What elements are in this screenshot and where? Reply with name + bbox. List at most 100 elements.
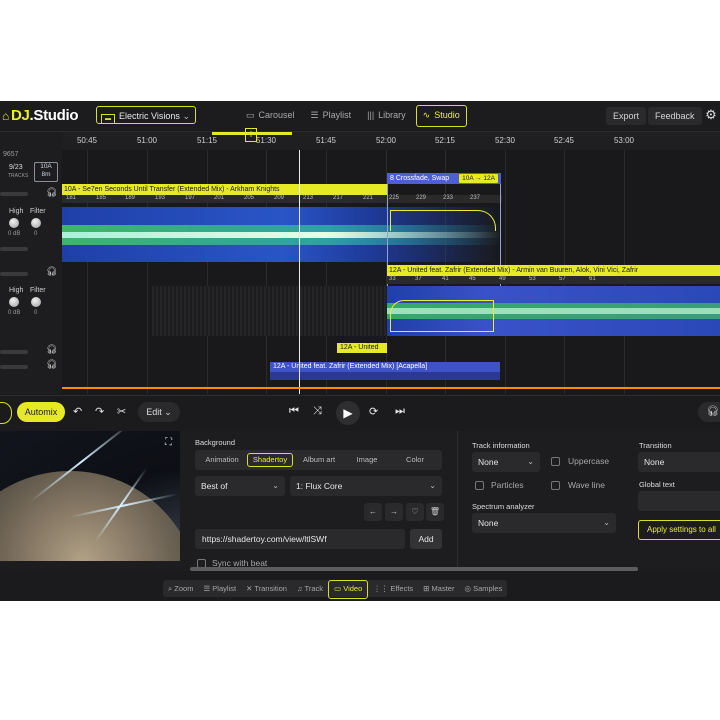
track2-lead-in bbox=[152, 286, 387, 336]
shader-select[interactable]: 1: Flux Core ⌄ bbox=[290, 476, 442, 496]
global-text-input[interactable] bbox=[638, 491, 720, 511]
headphones-icon[interactable]: 🎧︎ bbox=[46, 359, 57, 370]
uppercase-checkbox[interactable] bbox=[551, 457, 560, 466]
shadertoy-url-input[interactable]: https://shadertoy.com/view/ltlSWf bbox=[195, 529, 405, 549]
app-logo[interactable]: ⌂ DJ.Studio bbox=[2, 107, 79, 124]
tab-playlist[interactable]: ☰ Playlist bbox=[305, 105, 358, 125]
sort-select[interactable]: Best of ⌄ bbox=[195, 476, 285, 496]
tab-image[interactable]: Image bbox=[344, 453, 390, 467]
next-icon[interactable]: ⏭ bbox=[395, 405, 405, 418]
play-button[interactable]: ▶ bbox=[336, 401, 360, 425]
deck3-fader[interactable] bbox=[0, 365, 28, 369]
tab-album-art[interactable]: Album art bbox=[296, 453, 342, 467]
tab-studio[interactable]: ∿ Studio bbox=[415, 105, 467, 127]
tab-library[interactable]: ||| Library bbox=[361, 105, 412, 125]
headphones-icon[interactable]: 🎧︎ bbox=[46, 266, 57, 277]
timeline-tracks[interactable]: 10A - Se7en Seconds Until Transfer (Exte… bbox=[62, 150, 720, 394]
export-button[interactable]: Export bbox=[606, 107, 647, 125]
deck3-volume-slider[interactable] bbox=[0, 350, 28, 354]
particles-checkbox[interactable] bbox=[475, 481, 484, 490]
track3-clip[interactable] bbox=[270, 372, 500, 380]
transition-select[interactable]: None bbox=[638, 452, 720, 472]
prev-arrow-icon[interactable]: ← bbox=[364, 503, 382, 521]
carousel-icon: ▭ bbox=[246, 110, 255, 120]
track2-envelope[interactable] bbox=[390, 300, 494, 332]
shuffle-icon[interactable]: ⤨ bbox=[313, 405, 322, 418]
chevron-down-icon: ⌄ bbox=[182, 111, 190, 121]
track-info-select[interactable]: None ⌄ bbox=[472, 452, 540, 472]
tab-animation[interactable]: Animation bbox=[199, 453, 245, 467]
add-button[interactable]: Add bbox=[410, 529, 442, 549]
key-indicator: 10A 8m bbox=[34, 162, 58, 182]
gear-icon[interactable]: ⚙ bbox=[703, 107, 719, 123]
trash-icon[interactable]: 🗑︎ bbox=[426, 503, 444, 521]
ruler-tick: 53:00 bbox=[613, 136, 635, 145]
tracks-label: TRACKS bbox=[8, 173, 29, 179]
bpm-readout: 9657 bbox=[3, 151, 19, 158]
united-clip-tag[interactable]: 12A - United bbox=[337, 343, 387, 353]
uppercase-label: Uppercase bbox=[568, 456, 610, 466]
redo-icon[interactable]: ↷ bbox=[95, 405, 104, 418]
crossfade-header[interactable]: 8 Crossfade, Swap 10A → 12A bbox=[387, 173, 501, 184]
timeline-ruler[interactable]: 50:45 51:00 51:15 51:30 51:45 52:00 52:1… bbox=[62, 132, 720, 150]
next-arrow-icon[interactable]: → bbox=[385, 503, 403, 521]
wave-line-checkbox[interactable] bbox=[551, 481, 560, 490]
tab-shadertoy[interactable]: Shadertoy bbox=[247, 453, 293, 467]
track2-title-bar[interactable]: 12A - United feat. Zafrir (Extended Mix)… bbox=[387, 265, 720, 276]
edit-menu-button[interactable]: Edit ⌄ bbox=[138, 402, 180, 422]
tab-carousel[interactable]: ▭ Carousel bbox=[240, 105, 301, 125]
deck2-filter-knob[interactable] bbox=[31, 297, 41, 307]
mode-toggle[interactable] bbox=[0, 402, 12, 424]
deck1-filter-knob[interactable] bbox=[31, 218, 41, 228]
ruler-tick: 52:45 bbox=[553, 136, 575, 145]
panel-scrollbar[interactable] bbox=[190, 567, 638, 571]
footer-video[interactable]: ▭ Video bbox=[328, 580, 369, 599]
undo-icon[interactable]: ↶ bbox=[73, 405, 82, 418]
footer-transition[interactable]: ✕ Transition bbox=[241, 580, 292, 597]
track1-title-bar[interactable]: 10A - Se7en Seconds Until Transfer (Exte… bbox=[62, 184, 387, 195]
crossfade-label: 8 Crossfade, Swap bbox=[390, 175, 450, 182]
apply-settings-button[interactable]: Apply settings to all bbox=[638, 520, 720, 540]
footer-zoom[interactable]: ⌕ Zoom bbox=[163, 580, 198, 597]
expand-icon[interactable]: ⛶ bbox=[165, 437, 172, 448]
global-text-heading: Global text bbox=[639, 480, 675, 489]
footer-playlist[interactable]: ☰ Playlist bbox=[198, 580, 241, 597]
footer-effects[interactable]: ⋮⋮ Effects bbox=[368, 580, 418, 597]
automix-button[interactable]: Automix bbox=[17, 402, 65, 422]
bottom-toolbar: ⌕ Zoom ☰ Playlist ✕ Transition ♫ Track ▭… bbox=[0, 575, 720, 601]
deck-controls-panel: 9657 9/23 TRACKS 10A 8m 🎧︎ High Filter 0… bbox=[0, 132, 63, 394]
crossfade-envelope[interactable] bbox=[390, 210, 496, 231]
video-preview[interactable]: ⛶ bbox=[0, 431, 180, 561]
headphones-icon[interactable]: 🎧︎ bbox=[698, 402, 720, 422]
deck1-high-label: High bbox=[9, 208, 24, 215]
project-selector[interactable]: ▬ Electric Visions ⌄ bbox=[96, 106, 196, 124]
tab-color[interactable]: Color bbox=[392, 453, 438, 467]
deck1-volume-slider[interactable] bbox=[0, 192, 28, 196]
particles-label: Particles bbox=[491, 480, 524, 490]
deck1-high-knob[interactable] bbox=[9, 218, 19, 228]
transition-heading: Transition bbox=[639, 441, 672, 450]
footer-track[interactable]: ♫ Track bbox=[292, 580, 328, 597]
scissors-icon[interactable]: ✂ bbox=[117, 405, 126, 418]
main-nav: ▭ Carousel ☰ Playlist ||| Library ∿ Studio bbox=[240, 105, 467, 127]
top-bar: ⌂ DJ.Studio ▬ Electric Visions ⌄ ▭ Carousel… bbox=[0, 101, 720, 132]
feedback-button[interactable]: Feedback bbox=[648, 107, 702, 125]
headphones-icon[interactable]: 🎧︎ bbox=[46, 187, 57, 198]
headphones-icon[interactable]: 🎧︎ bbox=[46, 344, 57, 355]
previous-icon[interactable]: ⏮ bbox=[289, 405, 299, 418]
footer-samples[interactable]: ◎ Samples bbox=[459, 580, 507, 597]
repeat-icon[interactable]: ⟳ bbox=[369, 405, 378, 418]
spectrum-select[interactable]: None ⌄ bbox=[472, 513, 616, 533]
deck2-high-knob[interactable] bbox=[9, 297, 19, 307]
heart-icon[interactable]: ♡ bbox=[406, 503, 424, 521]
track3-title-bar[interactable]: 12A - United feat. Zafrir (Extended Mix)… bbox=[270, 362, 500, 372]
deck1-filter-value: 0 bbox=[34, 231, 38, 237]
chevron-down-icon: ⌄ bbox=[527, 457, 534, 466]
playhead-handle[interactable]: I bbox=[245, 128, 257, 142]
deck2-volume-slider[interactable] bbox=[0, 272, 28, 276]
deck2-high-label: High bbox=[9, 287, 24, 294]
deck1-fader[interactable] bbox=[0, 247, 28, 251]
deck2-high-value: 0 dB bbox=[8, 310, 21, 316]
home-icon[interactable]: ⌂ bbox=[2, 109, 9, 123]
footer-master[interactable]: ⊞ Master bbox=[418, 580, 459, 597]
